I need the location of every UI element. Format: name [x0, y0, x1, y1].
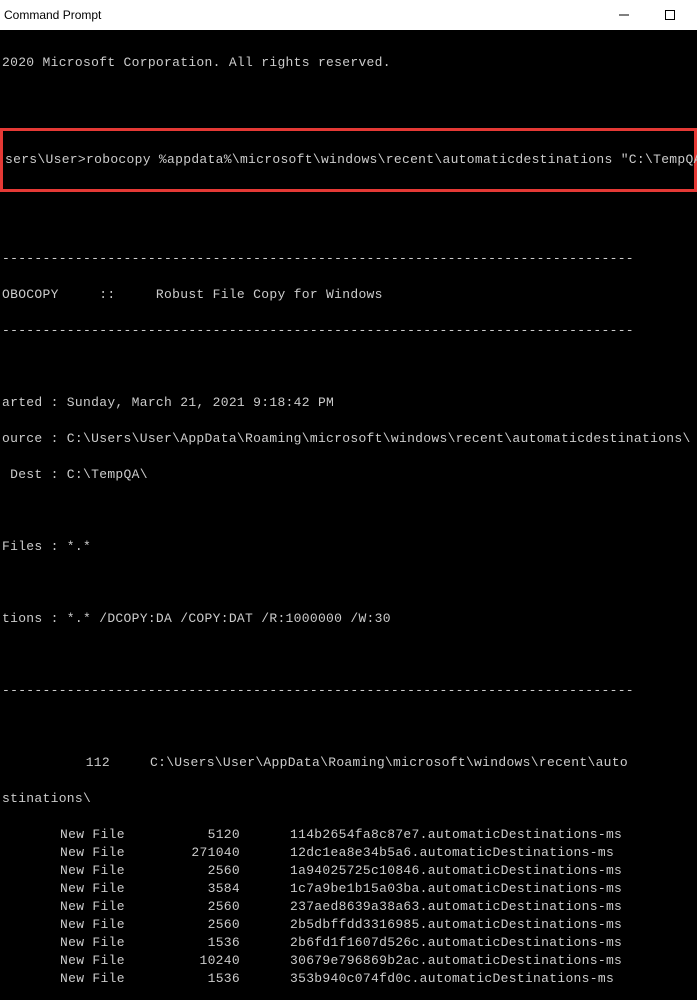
file-label: New File	[0, 862, 160, 880]
file-label: New File	[0, 880, 160, 898]
window-controls	[601, 0, 693, 30]
file-row: New File35841c7a9be1b15a03ba.automaticDe…	[0, 880, 697, 898]
file-label: New File	[0, 952, 160, 970]
maximize-button[interactable]	[647, 0, 693, 30]
dashes-line: ----------------------------------------…	[0, 322, 697, 340]
file-name: 12dc1ea8e34b5a6.automaticDestinations-ms	[290, 844, 697, 862]
dir-count: 112	[0, 754, 150, 772]
program-header: OBOCOPY :: Robust File Copy for Windows	[0, 286, 697, 304]
blank-line	[0, 90, 697, 108]
file-name: 353b940c074fd0c.automaticDestinations-ms	[290, 970, 697, 988]
maximize-icon	[665, 10, 675, 20]
file-size: 2560	[160, 898, 290, 916]
title-bar: Command Prompt	[0, 0, 697, 30]
started-line: arted : Sunday, March 21, 2021 9:18:42 P…	[0, 394, 697, 412]
options-line: tions : *.* /DCOPY:DA /COPY:DAT /R:10000…	[0, 610, 697, 628]
file-label: New File	[0, 934, 160, 952]
entered-command: robocopy %appdata%\microsoft\windows\rec…	[86, 151, 697, 169]
file-row: New File27104012dc1ea8e34b5a6.automaticD…	[0, 844, 697, 862]
file-size: 10240	[160, 952, 290, 970]
blank-line	[0, 718, 697, 736]
file-label: New File	[0, 916, 160, 934]
blank-line	[0, 358, 697, 376]
dashes-line: ----------------------------------------…	[0, 250, 697, 268]
file-name: 237aed8639a38a63.automaticDestinations-m…	[290, 898, 697, 916]
file-size: 3584	[160, 880, 290, 898]
file-size: 1536	[160, 934, 290, 952]
source-line: ource : C:\Users\User\AppData\Roaming\mi…	[0, 430, 697, 448]
file-row: New File25601a94025725c10846.automaticDe…	[0, 862, 697, 880]
file-row: New File5120114b2654fa8c87e7.automaticDe…	[0, 826, 697, 844]
minimize-icon	[619, 10, 629, 20]
file-label: New File	[0, 826, 160, 844]
file-size: 1536	[160, 970, 290, 988]
file-row: New File15362b6fd1f1607d526c.automaticDe…	[0, 934, 697, 952]
console-output: 2020 Microsoft Corporation. All rights r…	[0, 30, 697, 1000]
file-name: 1a94025725c10846.automaticDestinations-m…	[290, 862, 697, 880]
file-row: New File2560237aed8639a38a63.automaticDe…	[0, 898, 697, 916]
directory-line: 112 C:\Users\User\AppData\Roaming\micros…	[0, 754, 697, 772]
blank-line	[0, 646, 697, 664]
command-highlight: sers\User>robocopy %appdata%\microsoft\w…	[0, 128, 697, 192]
minimize-button[interactable]	[601, 0, 647, 30]
file-label: New File	[0, 898, 160, 916]
copyright-line: 2020 Microsoft Corporation. All rights r…	[0, 54, 697, 72]
file-name: 1c7a9be1b15a03ba.automaticDestinations-m…	[290, 880, 697, 898]
file-size: 271040	[160, 844, 290, 862]
file-row: New File1536353b940c074fd0c.automaticDes…	[0, 970, 697, 988]
window-title: Command Prompt	[4, 8, 601, 22]
file-label: New File	[0, 970, 160, 988]
file-row: New File25602b5dbffdd3316985.automaticDe…	[0, 916, 697, 934]
prompt-path: sers\User>	[5, 151, 86, 169]
file-label: New File	[0, 844, 160, 862]
file-name: 2b6fd1f1607d526c.automaticDestinations-m…	[290, 934, 697, 952]
dir-path: C:\Users\User\AppData\Roaming\microsoft\…	[150, 754, 628, 772]
file-name: 114b2654fa8c87e7.automaticDestinations-m…	[290, 826, 697, 844]
blank-line	[0, 214, 697, 232]
file-list: New File5120114b2654fa8c87e7.automaticDe…	[0, 826, 697, 988]
file-size: 2560	[160, 862, 290, 880]
prompt-line: sers\User>robocopy %appdata%\microsoft\w…	[3, 151, 694, 169]
dir-continuation: stinations\	[0, 790, 697, 808]
file-size: 2560	[160, 916, 290, 934]
file-row: New File1024030679e796869b2ac.automaticD…	[0, 952, 697, 970]
blank-line	[0, 502, 697, 520]
files-filter-line: Files : *.*	[0, 538, 697, 556]
file-size: 5120	[160, 826, 290, 844]
blank-line	[0, 574, 697, 592]
file-name: 2b5dbffdd3316985.automaticDestinations-m…	[290, 916, 697, 934]
dest-line: Dest : C:\TempQA\	[0, 466, 697, 484]
file-name: 30679e796869b2ac.automaticDestinations-m…	[290, 952, 697, 970]
dashes-line: ----------------------------------------…	[0, 682, 697, 700]
